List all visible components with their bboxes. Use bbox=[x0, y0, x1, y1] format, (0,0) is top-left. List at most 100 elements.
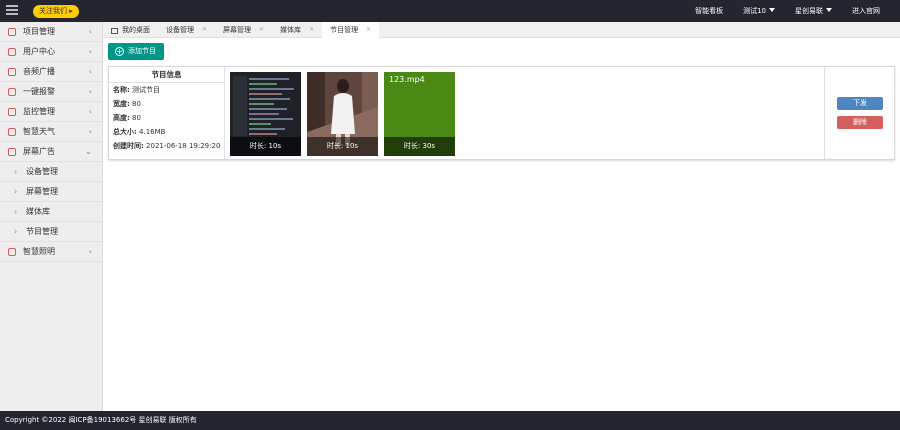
close-icon[interactable]: ✕ bbox=[259, 22, 264, 38]
tab-media[interactable]: 媒体库 ✕ bbox=[272, 22, 322, 38]
info-value: 测试节目 bbox=[132, 86, 161, 94]
add-program-button[interactable]: + 添加节目 bbox=[108, 43, 164, 60]
sidebar-item-label: 项目管理 bbox=[23, 27, 55, 36]
duration-caption: 时长: 10s bbox=[307, 137, 378, 156]
operations-panel: 下发 删除 bbox=[824, 67, 894, 159]
add-program-label: 添加节目 bbox=[128, 47, 156, 55]
sidebar-item-label: 音频广播 bbox=[23, 67, 55, 76]
video-filename: 123.mp4 bbox=[389, 75, 425, 84]
chevron-right-icon: › bbox=[14, 227, 18, 236]
sidebar-subitem-devices[interactable]: › 设备管理 bbox=[0, 162, 102, 182]
smart-dashboard-link[interactable]: 智能看板 bbox=[695, 6, 723, 16]
info-created: 创建时间: 2021-06-18 19:29:20 bbox=[109, 139, 224, 153]
media-thumbnail[interactable]: 时长: 10s bbox=[230, 72, 301, 156]
sidebar-subitem-label: 媒体库 bbox=[26, 207, 50, 216]
close-icon[interactable]: ✕ bbox=[202, 22, 207, 38]
info-width: 宽度: 80 bbox=[109, 97, 224, 111]
delete-button[interactable]: 删除 bbox=[837, 116, 883, 129]
project-icon bbox=[8, 28, 16, 36]
chevron-right-icon: › bbox=[14, 207, 18, 216]
sidebar-item-weather[interactable]: 智慧天气 ‹ bbox=[0, 122, 102, 142]
sidebar-subitem-label: 屏幕管理 bbox=[26, 187, 58, 196]
chevron-down-icon: ⌄ bbox=[85, 147, 92, 156]
info-value: 2021-06-18 19:29:20 bbox=[146, 142, 221, 150]
chevron-left-icon: ‹ bbox=[88, 47, 92, 56]
chevron-left-icon: ‹ bbox=[88, 67, 92, 76]
sidebar-item-label: 用户中心 bbox=[23, 47, 55, 56]
company-menu[interactable]: 星创易联 bbox=[795, 6, 832, 16]
chevron-left-icon: ‹ bbox=[88, 247, 92, 256]
top-bar: 关注我们 ▸ 智能看板 测试10 星创易联 进入官网 bbox=[0, 0, 900, 22]
sidebar-item-broadcast[interactable]: 音频广播 ‹ bbox=[0, 62, 102, 82]
sidebar: 项目管理 ‹ 用户中心 ‹ 音频广播 ‹ 一键报警 ‹ 监控管理 ‹ 智慧天气 ‹ 屏幕广告… bbox=[0, 22, 103, 411]
chevron-left-icon: ‹ bbox=[88, 87, 92, 96]
program-info-title: 节目信息 bbox=[109, 67, 224, 83]
issue-button[interactable]: 下发 bbox=[837, 97, 883, 110]
sidebar-subitem-programs[interactable]: › 节目管理 bbox=[0, 222, 102, 242]
info-name: 名称: 测试节目 bbox=[109, 83, 224, 97]
users-icon bbox=[8, 48, 16, 56]
alarm-icon bbox=[8, 88, 16, 96]
tab-screens[interactable]: 屏幕管理 ✕ bbox=[215, 22, 272, 38]
home-icon bbox=[111, 28, 118, 34]
official-site-link[interactable]: 进入官网 bbox=[852, 6, 880, 16]
sidebar-item-screen-ads[interactable]: 屏幕广告 ⌄ bbox=[0, 142, 102, 162]
tab-devices[interactable]: 设备管理 ✕ bbox=[158, 22, 215, 38]
info-label: 名称: bbox=[113, 86, 130, 94]
duration-caption: 时长: 10s bbox=[230, 137, 301, 156]
sidebar-item-label: 监控管理 bbox=[23, 107, 55, 116]
info-label: 宽度: bbox=[113, 100, 130, 108]
info-label: 高度: bbox=[113, 114, 130, 122]
sidebar-subitem-label: 节目管理 bbox=[26, 227, 58, 236]
tab-label: 媒体库 bbox=[280, 26, 302, 34]
weather-icon bbox=[8, 128, 16, 136]
sidebar-item-project[interactable]: 项目管理 ‹ bbox=[0, 22, 102, 42]
chevron-right-icon: › bbox=[14, 167, 18, 176]
camera-icon bbox=[8, 108, 16, 116]
user-menu[interactable]: 测试10 bbox=[743, 6, 775, 16]
program-card: 节目信息 名称: 测试节目 宽度: 80 高度: 80 总大小: 4.16MB … bbox=[108, 66, 895, 160]
info-value: 80 bbox=[132, 100, 141, 108]
sidebar-item-monitor[interactable]: 监控管理 ‹ bbox=[0, 102, 102, 122]
bulb-icon bbox=[8, 248, 16, 256]
info-value: 4.16MB bbox=[139, 128, 166, 136]
close-icon[interactable]: ✕ bbox=[366, 22, 371, 38]
tab-label: 节目管理 bbox=[330, 26, 359, 34]
broadcast-icon bbox=[8, 68, 16, 76]
info-label: 总大小: bbox=[113, 128, 137, 136]
tab-label: 我的桌面 bbox=[122, 26, 150, 34]
chevron-left-icon: ‹ bbox=[88, 27, 92, 36]
monitor-icon bbox=[8, 148, 16, 156]
info-label: 创建时间: bbox=[113, 142, 144, 150]
tab-programs[interactable]: 节目管理 ✕ bbox=[322, 22, 380, 38]
footer: Copyright ©2022 闽ICP备19013662号 星创易联 版权所有 bbox=[0, 411, 900, 430]
tab-label: 设备管理 bbox=[166, 26, 194, 34]
sidebar-subitem-label: 设备管理 bbox=[26, 167, 58, 176]
sidebar-item-label: 一键报警 bbox=[23, 87, 55, 96]
sidebar-subitem-media[interactable]: › 媒体库 bbox=[0, 202, 102, 222]
tab-desktop[interactable]: 我的桌面 bbox=[103, 22, 158, 38]
chevron-left-icon: ‹ bbox=[88, 127, 92, 136]
sidebar-item-label: 智慧照明 bbox=[23, 247, 55, 256]
program-info: 节目信息 名称: 测试节目 宽度: 80 高度: 80 总大小: 4.16MB … bbox=[109, 67, 225, 159]
sidebar-item-users[interactable]: 用户中心 ‹ bbox=[0, 42, 102, 62]
info-height: 高度: 80 bbox=[109, 111, 224, 125]
info-size: 总大小: 4.16MB bbox=[109, 125, 224, 139]
info-value: 80 bbox=[132, 114, 141, 122]
top-links: 智能看板 测试10 星创易联 进入官网 bbox=[695, 0, 900, 22]
sidebar-subitem-screens[interactable]: › 屏幕管理 bbox=[0, 182, 102, 202]
sidebar-item-label: 智慧天气 bbox=[23, 127, 55, 136]
follow-us-button[interactable]: 关注我们 ▸ bbox=[33, 5, 79, 18]
sidebar-item-label: 屏幕广告 bbox=[23, 147, 55, 156]
sidebar-item-lighting[interactable]: 智慧照明 ‹ bbox=[0, 242, 102, 262]
sidebar-item-alarm[interactable]: 一键报警 ‹ bbox=[0, 82, 102, 102]
media-thumbnail[interactable]: 时长: 10s bbox=[307, 72, 378, 156]
menu-toggle-icon[interactable] bbox=[6, 5, 18, 17]
plus-circle-icon: + bbox=[115, 47, 124, 56]
close-icon[interactable]: ✕ bbox=[309, 22, 314, 38]
tab-bar: 我的桌面 设备管理 ✕ 屏幕管理 ✕ 媒体库 ✕ 节目管理 ✕ bbox=[103, 22, 900, 38]
video-thumbnail[interactable]: 123.mp4 时长: 30s bbox=[384, 72, 455, 156]
chevron-left-icon: ‹ bbox=[88, 107, 92, 116]
duration-caption: 时长: 30s bbox=[384, 137, 455, 156]
main-content: + 添加节目 节目信息 名称: 测试节目 宽度: 80 高度: 80 总大小: 4… bbox=[103, 38, 900, 411]
